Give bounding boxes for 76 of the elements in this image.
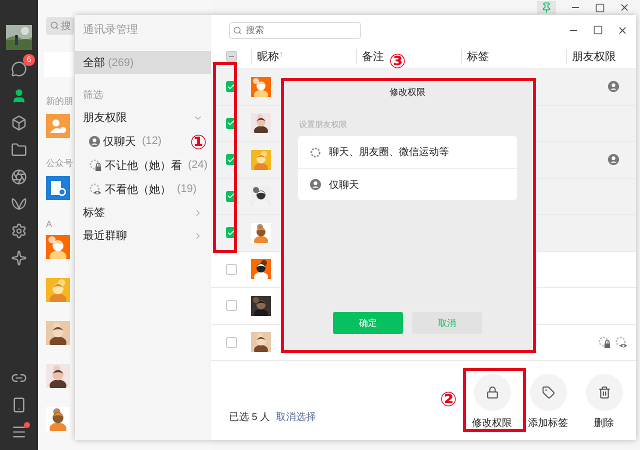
official-account-icon[interactable] [46, 176, 70, 200]
search-field[interactable]: 搜索 [229, 22, 361, 38]
lock-icon [598, 336, 611, 349]
count-label: (19) [177, 183, 197, 195]
option-label: 仅聊天 [329, 178, 359, 192]
person-icon [310, 179, 321, 190]
group-item[interactable]: 朋友权限 [75, 106, 211, 129]
eye-icon [89, 182, 102, 196]
permission-option[interactable]: 仅聊天 [298, 168, 517, 200]
person-icon [89, 136, 100, 146]
count-label: (24) [188, 159, 208, 171]
group-label: 最近群聊 [83, 229, 127, 243]
column-header[interactable]: 朋友权限 [572, 49, 616, 64]
column-header[interactable]: 昵称 [257, 49, 279, 64]
unread-badge: 6 [23, 54, 35, 66]
filter-label: 仅聊天 [103, 134, 136, 148]
row-checkbox[interactable] [226, 264, 236, 275]
filter-label: 不看他（她） [105, 182, 171, 196]
trash-icon [598, 386, 610, 399]
column-header[interactable]: 备注 [362, 49, 384, 64]
lock-icon [89, 158, 102, 172]
select-all-checkbox[interactable] [226, 51, 236, 62]
search-icon [50, 21, 59, 30]
sparkle-icon[interactable] [11, 250, 27, 266]
filter-item[interactable]: 不看他（她） (19) [89, 177, 197, 201]
cube-icon[interactable] [11, 115, 27, 131]
column-header[interactable]: 标签 [467, 49, 489, 64]
person-icon [608, 81, 618, 92]
person-icon [608, 154, 618, 166]
ring-icon [310, 146, 321, 158]
filter-heading: 筛选 [82, 88, 104, 103]
step-number: ③ [389, 52, 406, 72]
lock-icon [486, 386, 498, 399]
group-item[interactable]: 标签 [75, 201, 211, 224]
maximize-icon[interactable] [593, 24, 603, 34]
step-number: ② [440, 390, 457, 410]
close-icon[interactable] [617, 24, 628, 36]
step-number: ① [190, 133, 207, 153]
permission-option[interactable]: 聊天、朋友圈、微信运动等 [298, 136, 517, 168]
contacts-icon[interactable] [11, 88, 27, 104]
gear-icon[interactable] [11, 223, 27, 239]
nav-label: 全部 [83, 56, 105, 70]
clear-selection-link[interactable]: 取消选择 [276, 410, 316, 424]
selection-count: 已选 5 人 [229, 410, 270, 424]
filter-item[interactable]: 仅聊天 (12) [89, 129, 162, 153]
filter-item[interactable]: 不让他（她）看 (24) [89, 153, 208, 177]
section-label: 新的朋 [46, 95, 73, 108]
row-checkbox[interactable] [226, 300, 236, 312]
dialog-title: 修改权限 [390, 86, 426, 99]
aperture-icon[interactable] [11, 169, 27, 185]
dialog-subtitle: 设置朋友权限 [298, 119, 347, 131]
count-label: (12) [142, 135, 162, 147]
search-icon [233, 26, 242, 34]
folder-icon[interactable] [11, 142, 27, 158]
butterfly-icon[interactable] [11, 196, 27, 212]
row-checkbox[interactable] [226, 336, 236, 348]
maximize-icon[interactable] [595, 2, 605, 12]
section-label: A [46, 219, 52, 229]
filter-label: 不让他（她）看 [105, 158, 182, 172]
group-label: 标签 [83, 206, 105, 220]
section-label: 公众号 [46, 157, 73, 170]
nav-item[interactable]: 全部 (269) [75, 51, 211, 74]
pin-icon [541, 2, 552, 13]
group-item[interactable]: 最近群聊 [75, 224, 211, 247]
menu-icon[interactable] [11, 424, 27, 440]
group-label: 朋友权限 [83, 111, 127, 125]
tag-icon [542, 386, 554, 399]
chat-icon[interactable] [11, 61, 27, 77]
sort-mark: ↑ [279, 49, 284, 61]
close-icon[interactable] [619, 2, 630, 13]
window-title: 通讯录管理 [82, 22, 139, 38]
highlight-frame [463, 368, 526, 432]
phone-icon[interactable] [11, 397, 27, 413]
eye-icon [615, 336, 628, 349]
count-label: (269) [108, 56, 134, 68]
option-label: 聊天、朋友圈、微信运动等 [329, 146, 449, 159]
